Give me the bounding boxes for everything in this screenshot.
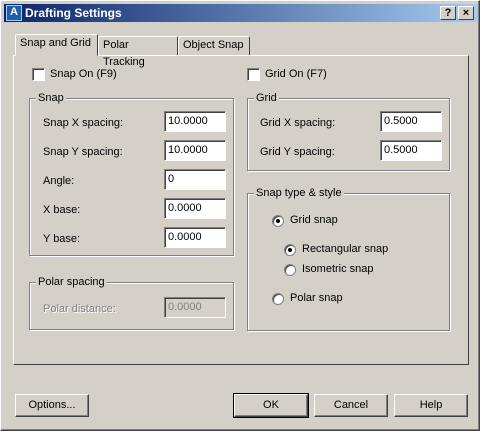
app-icon: A <box>6 5 22 21</box>
rectangular-snap-radio[interactable] <box>284 244 296 256</box>
snap-on-checkbox[interactable] <box>32 68 45 81</box>
polar-snap-radio[interactable] <box>272 293 284 305</box>
angle-label: Angle: <box>43 175 75 187</box>
help-title-button[interactable]: ? <box>440 6 456 20</box>
snap-group: Snap Snap X spacing: 10.0000 Snap Y spac… <box>29 92 234 256</box>
radio-selected-dot <box>276 219 280 223</box>
help-button[interactable]: Help <box>394 394 468 417</box>
polar-spacing-title: Polar spacing <box>36 276 107 288</box>
y-base-label: Y base: <box>43 233 81 245</box>
snap-y-spacing-input[interactable]: 10.0000 <box>164 140 226 161</box>
close-icon[interactable]: × <box>458 6 474 20</box>
snap-group-title: Snap <box>36 92 66 104</box>
grid-on-label[interactable]: Grid On (F7) <box>265 68 327 80</box>
ok-button[interactable]: OK <box>233 393 309 418</box>
isometric-snap-radio[interactable] <box>284 264 296 276</box>
polar-distance-input[interactable]: 0.0000 <box>164 297 226 318</box>
angle-input[interactable]: 0 <box>164 169 226 190</box>
y-base-input[interactable]: 0.0000 <box>164 227 226 248</box>
drafting-settings-dialog: A Drafting Settings ? × Snap and Grid Po… <box>0 0 480 431</box>
grid-y-spacing-label: Grid Y spacing: <box>260 146 335 158</box>
options-button[interactable]: Options... <box>15 394 89 417</box>
window-title: Drafting Settings <box>25 6 122 20</box>
tab-snap-and-grid[interactable]: Snap and Grid <box>15 34 98 56</box>
cancel-button[interactable]: Cancel <box>314 394 388 417</box>
x-base-input[interactable]: 0.0000 <box>164 198 226 219</box>
grid-x-spacing-label: Grid X spacing: <box>260 117 336 129</box>
polar-snap-label[interactable]: Polar snap <box>290 292 343 304</box>
title-bar[interactable]: A Drafting Settings ? × <box>4 4 478 22</box>
snap-x-spacing-label: Snap X spacing: <box>43 117 124 129</box>
snap-x-spacing-input[interactable]: 10.0000 <box>164 111 226 132</box>
grid-snap-radio[interactable] <box>272 215 284 227</box>
isometric-snap-label[interactable]: Isometric snap <box>302 263 374 275</box>
snap-type-title: Snap type & style <box>254 187 344 199</box>
tab-panel: Snap On (F9) Grid On (F7) Snap Snap X sp… <box>13 55 469 365</box>
grid-group: Grid Grid X spacing: 0.5000 Grid Y spaci… <box>247 92 450 171</box>
grid-group-title: Grid <box>254 92 279 104</box>
snap-y-spacing-label: Snap Y spacing: <box>43 146 123 158</box>
radio-selected-dot <box>288 248 292 252</box>
grid-on-checkbox[interactable] <box>247 68 260 81</box>
polar-spacing-group: Polar spacing Polar distance: 0.0000 <box>29 276 234 330</box>
snap-on-label[interactable]: Snap On (F9) <box>50 68 117 80</box>
rectangular-snap-label[interactable]: Rectangular snap <box>302 243 388 255</box>
grid-x-spacing-input[interactable]: 0.5000 <box>380 111 442 132</box>
tab-object-snap[interactable]: Object Snap <box>178 36 250 55</box>
snap-type-group: Snap type & style Grid snap Rectangular … <box>247 187 450 331</box>
polar-distance-label: Polar distance: <box>43 303 116 315</box>
x-base-label: X base: <box>43 204 81 216</box>
grid-snap-label[interactable]: Grid snap <box>290 214 338 226</box>
grid-y-spacing-input[interactable]: 0.5000 <box>380 140 442 161</box>
tab-polar-tracking[interactable]: Polar Tracking <box>98 36 178 68</box>
